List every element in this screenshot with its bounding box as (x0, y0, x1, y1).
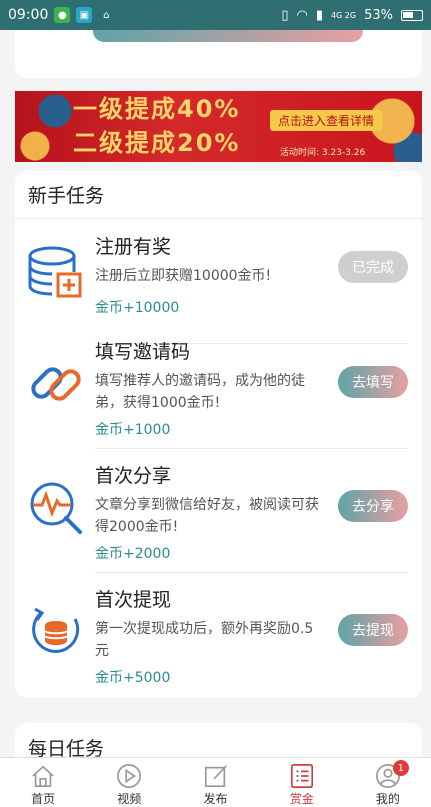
task-item: 首次提现 第一次提现成功后，额外再奖励0.5元 金币+5000 去提现 (15, 573, 422, 697)
list-icon (290, 764, 313, 788)
database-plus-icon (28, 246, 82, 298)
tab-label: 赏金 (289, 792, 314, 806)
task-title: 填写邀请码 (95, 341, 191, 363)
task-item: 填写邀请码 填写推荐人的邀请码，成为他的徒弟，获得1000金币! 金币+1000… (15, 325, 422, 449)
notification-badge: 1 (392, 760, 409, 776)
network-type: 4G 2G (330, 10, 357, 20)
tab-label: 发布 (203, 792, 228, 806)
task-reward: 金币+2000 (95, 546, 171, 562)
play-icon (117, 764, 142, 788)
task-desc: 填写推荐人的邀请码，成为他的徒弟，获得1000金币! (95, 373, 305, 411)
top-card (15, 30, 422, 78)
newbie-tasks-card: 新手任务 注册有奖 注册后立即获赠10000金币! 金币+10000 已完成 填… (15, 171, 422, 698)
link-icon (31, 367, 81, 401)
section-title: 新手任务 (15, 171, 422, 219)
banner-cta[interactable]: 点击进入查看详情 (270, 110, 383, 131)
tab-publish[interactable]: 发布 (172, 758, 258, 807)
promo-banner[interactable]: 一级提成40% 二级提成20% 点击进入查看详情 活动时间: 3.23-3.26 (15, 91, 422, 162)
fill-invite-code-button[interactable]: 去填写 (338, 366, 408, 398)
broom-icon: ⌂ (103, 9, 110, 21)
task-reward: 金币+10000 (95, 300, 180, 316)
top-card-button[interactable] (93, 30, 363, 42)
tab-home[interactable]: 首页 (0, 758, 86, 807)
share-button[interactable]: 去分享 (338, 490, 408, 522)
status-bar: 09:00 ● ▣ ⌂ ▯ ◠ ▮ 4G 2G 53% (0, 0, 431, 30)
task-desc: 第一次提现成功后，额外再奖励0.5元 (95, 621, 314, 659)
tab-label: 首页 (31, 792, 56, 806)
bottom-tab-bar: 首页 视频 发布 赏金 1 我的 (0, 757, 431, 807)
task-item: 首次分享 文章分享到微信给好友，被阅读可获得2000金币! 金币+2000 去分… (15, 449, 422, 573)
scan-icon: ▣ (76, 7, 93, 23)
task-title: 注册有奖 (95, 236, 172, 258)
coin-refresh-icon (32, 607, 80, 653)
wifi-icon: ◠ (296, 7, 308, 23)
task-reward: 金币+5000 (95, 670, 171, 686)
battery-percent: 53% (364, 7, 393, 23)
task-desc: 注册后立即获赠10000金币! (95, 268, 272, 284)
banner-date: 活动时间: 3.23-3.26 (280, 148, 366, 158)
withdraw-button[interactable]: 去提现 (338, 614, 408, 646)
tab-label: 我的 (375, 792, 400, 806)
tab-me[interactable]: 1 我的 (345, 758, 431, 807)
vibrate-icon: ▯ (281, 7, 289, 23)
tab-label: 视频 (117, 792, 142, 806)
status-time: 09:00 (8, 7, 49, 23)
task-title: 首次分享 (95, 465, 172, 487)
task-title: 首次提现 (95, 589, 172, 611)
home-icon (32, 765, 54, 788)
battery-icon (401, 9, 423, 21)
signal-icon: ▮ (315, 7, 323, 23)
tab-video[interactable]: 视频 (86, 758, 172, 807)
task-completed-button[interactable]: 已完成 (338, 251, 408, 283)
wechat-icon: ● (54, 7, 71, 23)
banner-line2: 二级提成20% (73, 129, 241, 157)
task-desc: 文章分享到微信给好友，被阅读可获得2000金币! (95, 497, 319, 535)
task-reward: 金币+1000 (95, 422, 171, 438)
pulse-search-icon (30, 482, 82, 534)
banner-line1: 一级提成40% (73, 95, 241, 123)
edit-icon (204, 765, 227, 788)
tab-bounty[interactable]: 赏金 (259, 758, 345, 807)
